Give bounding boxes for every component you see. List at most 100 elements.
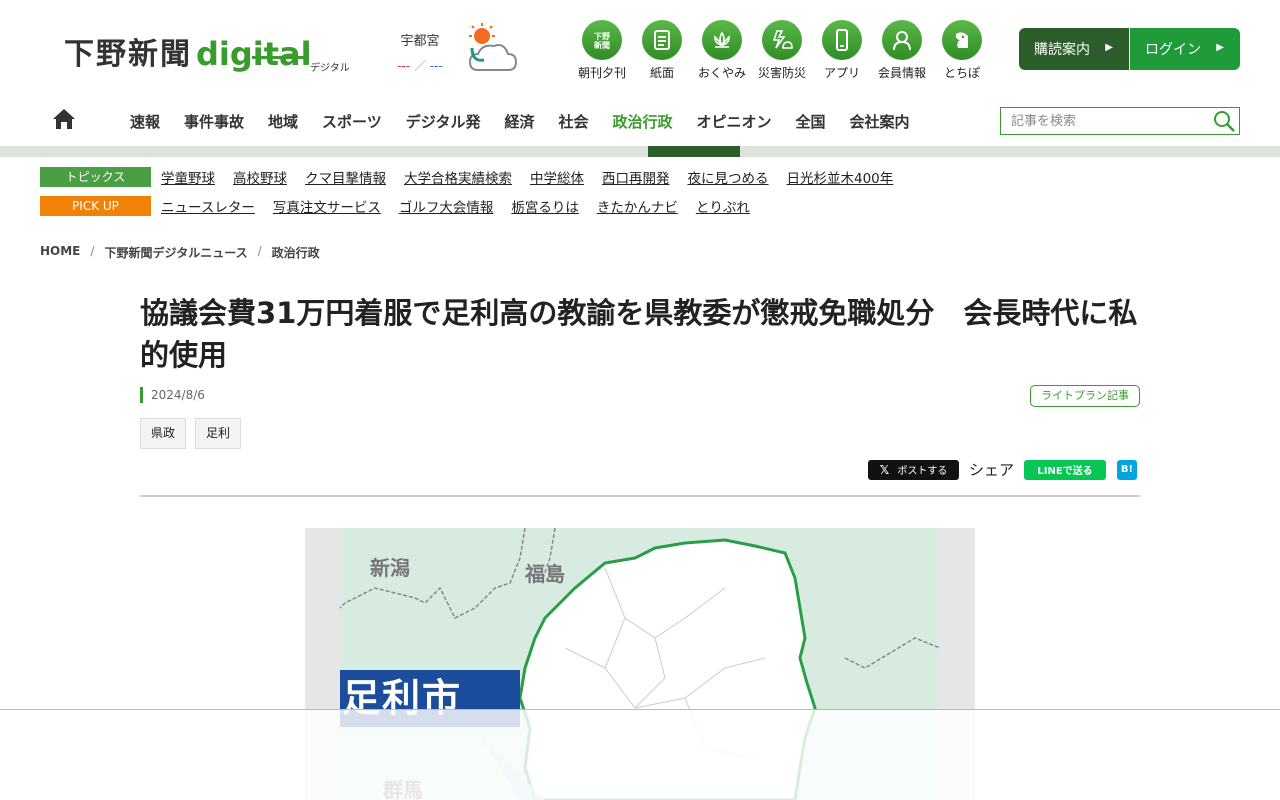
x-post-label: ポストする: [897, 466, 948, 477]
pickup-link[interactable]: とりぷれ: [696, 196, 750, 216]
topic-link[interactable]: 学童野球: [161, 167, 215, 187]
nav-item-shakai[interactable]: 社会: [546, 110, 600, 134]
topic-link[interactable]: 日光杉並木400年: [787, 167, 894, 187]
svg-text:新聞: 新聞: [594, 40, 610, 50]
topic-link[interactable]: クマ目撃情報: [305, 167, 386, 187]
icon-nav-item[interactable]: アプリ: [812, 20, 872, 81]
nav-item-keizai[interactable]: 経済: [492, 110, 546, 134]
nav-item-sokuho[interactable]: 速報: [118, 110, 172, 134]
user-icon: [882, 20, 922, 60]
breadcrumb-separator: /: [90, 244, 95, 258]
icon-nav-label: 会員情報: [877, 66, 926, 80]
newspaper-icon: 下野 新聞: [582, 20, 622, 60]
breadcrumb-news[interactable]: 下野新聞デジタルニュース: [104, 244, 247, 261]
topics-links: 学童野球 高校野球 クマ目撃情報 大学合格実績検索 中学総体 西口再開発 夜に見…: [161, 167, 911, 187]
icon-nav-item[interactable]: とちぽ: [932, 20, 992, 81]
search-icon[interactable]: [1213, 110, 1235, 132]
nav-underbar: [0, 146, 1280, 157]
topic-link[interactable]: 西口再開発: [602, 167, 670, 187]
smartphone-icon: [822, 20, 862, 60]
weather-widget[interactable]: 宇都宮 --- ／ ---: [390, 30, 450, 74]
subscribe-button[interactable]: 購読案内 ▶: [1019, 28, 1129, 70]
icon-nav-label: おくやみ: [697, 66, 746, 80]
logo-sub: デジタル: [310, 63, 350, 74]
temp-low: ---: [429, 59, 443, 73]
icon-nav-item[interactable]: 下野 新聞 朝刊夕刊: [572, 20, 632, 81]
nav-item-opinion[interactable]: オピニオン: [685, 110, 784, 134]
pickup-badge: PICK UP: [40, 196, 151, 216]
subscribe-label: 購読案内: [1034, 42, 1090, 58]
bottom-ad-overlay: [0, 709, 1280, 800]
pickup-link[interactable]: 写真注文サービス: [273, 196, 381, 216]
pickup-row: PICK UP ニュースレター 写真注文サービス ゴルフ大会情報 栃宮るりは き…: [40, 196, 768, 216]
article-divider: [140, 495, 1140, 497]
login-label: ログイン: [1145, 42, 1201, 58]
login-button[interactable]: ログイン ▶: [1130, 28, 1240, 70]
nav-item-sports[interactable]: スポーツ: [310, 110, 394, 134]
logo-digital: digital: [196, 35, 312, 73]
logo-jp: 下野新聞: [64, 37, 192, 72]
search-input[interactable]: [1001, 108, 1201, 134]
nav-items: 速報 事件事故 地域 スポーツ デジタル発 経済 社会 政治行政 オピニオン 全…: [118, 110, 922, 134]
main-nav: 速報 事件事故 地域 スポーツ デジタル発 経済 社会 政治行政 オピニオン 全…: [0, 98, 1280, 146]
breadcrumb: HOME / 下野新聞デジタルニュース / 政治行政: [40, 244, 320, 261]
topic-link[interactable]: 高校野球: [233, 167, 287, 187]
breadcrumb-home[interactable]: HOME: [40, 244, 80, 261]
tag-ashikaga[interactable]: 足利: [195, 418, 242, 449]
weather-temp: --- ／ ---: [390, 57, 450, 74]
map-label-niigata: 新潟: [370, 556, 410, 580]
temp-sep: ／: [413, 59, 426, 73]
hatena-label: B!: [1120, 464, 1134, 475]
line-share-button[interactable]: LINEで送る: [1024, 459, 1107, 480]
pickup-link[interactable]: ゴルフ大会情報: [399, 196, 494, 216]
x-logo-icon: 𝕏: [879, 462, 890, 477]
line-share-label: LINEで送る: [1037, 466, 1093, 477]
site-header: 下野新聞 digital デジタル 宇都宮 --- ／ --- 下野 新聞 朝刊夕…: [0, 0, 1280, 98]
icon-nav-label: 朝刊夕刊: [577, 66, 626, 80]
article-date: 2024/8/6: [140, 387, 205, 403]
nav-item-company[interactable]: 会社案内: [838, 110, 922, 134]
topic-link[interactable]: 夜に見つめる: [688, 167, 769, 187]
topic-link[interactable]: 大学合格実績検索: [404, 167, 512, 187]
map-label-fukushima: 福島: [525, 562, 565, 586]
nav-item-digital[interactable]: デジタル発: [394, 110, 493, 134]
sun-cloud-icon: [468, 23, 518, 71]
icon-nav-item[interactable]: 災害防災: [752, 20, 812, 81]
share-row: 𝕏 ポストする シェア LINEで送る B!: [868, 459, 1138, 480]
logo-underline: [252, 56, 304, 59]
nav-item-chiiki[interactable]: 地域: [256, 110, 310, 134]
nav-item-zenkoku[interactable]: 全国: [784, 110, 838, 134]
x-post-button[interactable]: 𝕏 ポストする: [868, 459, 959, 480]
icon-nav-label: アプリ: [823, 66, 860, 80]
search-box: [1000, 107, 1240, 135]
icon-nav-label: 紙面: [649, 66, 674, 80]
arrow-right-icon: ▶: [1216, 42, 1224, 53]
document-icon: [642, 20, 682, 60]
breadcrumb-category[interactable]: 政治行政: [272, 244, 320, 261]
weather-city: 宇都宮: [400, 34, 440, 49]
home-icon[interactable]: [52, 108, 76, 130]
pickup-link[interactable]: 栃宮るりは: [511, 196, 579, 216]
nav-item-jikenjiko[interactable]: 事件事故: [172, 110, 256, 134]
pickup-links: ニュースレター 写真注文サービス ゴルフ大会情報 栃宮るりは きたかんナビ とり…: [161, 196, 768, 216]
pickup-link[interactable]: ニュースレター: [161, 196, 255, 216]
site-logo[interactable]: 下野新聞 digital: [64, 26, 312, 70]
topic-link[interactable]: 中学総体: [530, 167, 584, 187]
icon-nav-item[interactable]: おくやみ: [692, 20, 752, 81]
nav-item-seiji[interactable]: 政治行政: [600, 110, 684, 134]
icon-nav-item[interactable]: 会員情報: [872, 20, 932, 81]
svg-text:下野: 下野: [594, 32, 610, 41]
arrow-right-icon: ▶: [1105, 42, 1113, 53]
disaster-icon: [762, 20, 802, 60]
icon-nav-label: 災害防災: [757, 66, 806, 80]
hatena-bookmark-button[interactable]: B!: [1117, 459, 1138, 480]
pickup-link[interactable]: きたかんナビ: [597, 196, 678, 216]
breadcrumb-separator: /: [257, 244, 262, 258]
lotus-icon: [702, 20, 742, 60]
tag-kensei[interactable]: 県政: [140, 418, 187, 449]
icon-nav-item[interactable]: 紙面: [632, 20, 692, 81]
nav-active-indicator: [648, 146, 740, 157]
topics-row: トピックス 学童野球 高校野球 クマ目撃情報 大学合格実績検索 中学総体 西口再…: [40, 167, 911, 187]
mascot-icon: [942, 20, 982, 60]
article-title: 協議会費31万円着服で足利高の教諭を県教委が懲戒免職処分 会長時代に私的使用: [140, 296, 1138, 373]
